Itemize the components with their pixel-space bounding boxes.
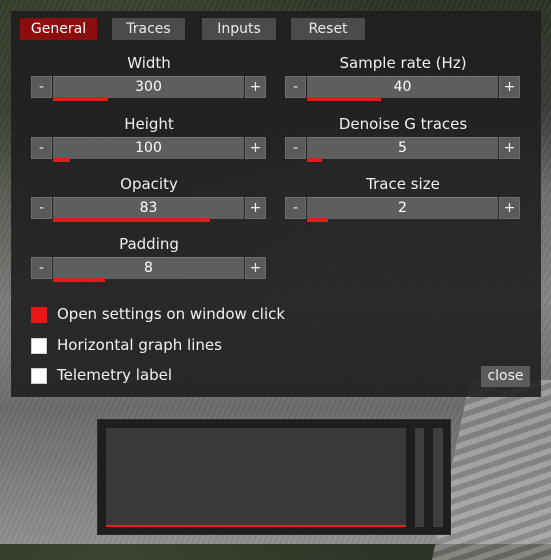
height-decrease-button[interactable]: - (31, 137, 52, 159)
sample-rate-decrease-button[interactable]: - (285, 76, 306, 98)
sample-rate-increase-button[interactable]: + (499, 76, 520, 98)
close-button[interactable]: close (481, 366, 530, 387)
sample-rate-slider[interactable]: 40 (307, 76, 498, 101)
width-level-bar (53, 97, 108, 101)
height-stepper: - 100 + (31, 137, 267, 162)
telemetry-label-text: Telemetry label (57, 366, 173, 384)
settings-panel: General Traces Inputs Reset Width - 300 … (11, 11, 541, 397)
padding-stepper: - 8 + (31, 257, 267, 282)
width-label: Width (127, 54, 171, 72)
width-increase-button[interactable]: + (245, 76, 266, 98)
denoise-label: Denoise G traces (338, 115, 468, 133)
denoise-level-bar (307, 158, 322, 162)
open-settings-label: Open settings on window click (57, 305, 286, 323)
telemetry-label-checkbox[interactable] (31, 368, 47, 384)
trace-size-value: 2 (398, 200, 407, 216)
telemetry-trace-line (106, 525, 406, 527)
denoise-increase-button[interactable]: + (499, 137, 520, 159)
denoise-slider[interactable]: 5 (307, 137, 498, 162)
width-decrease-button[interactable]: - (31, 76, 52, 98)
padding-level-bar (53, 278, 105, 282)
trace-size-level-bar (307, 218, 328, 222)
denoise-stepper: - 5 + (285, 137, 521, 162)
opacity-slider[interactable]: 83 (53, 197, 244, 222)
height-label: Height (124, 115, 174, 133)
telemetry-graph-window[interactable] (97, 419, 451, 535)
width-value: 300 (135, 79, 162, 95)
opacity-label: Opacity (120, 175, 178, 193)
trace-size-stepper: - 2 + (285, 197, 521, 222)
sample-rate-stepper: - 40 + (285, 76, 521, 101)
padding-label: Padding (119, 235, 179, 253)
horizontal-lines-checkbox[interactable] (31, 338, 47, 354)
trace-size-increase-button[interactable]: + (499, 197, 520, 219)
padding-increase-button[interactable]: + (245, 257, 266, 279)
sample-rate-value: 40 (393, 79, 412, 95)
trace-size-slider[interactable]: 2 (307, 197, 498, 222)
telemetry-plot-area (106, 428, 406, 527)
opacity-level-bar (53, 218, 210, 222)
padding-decrease-button[interactable]: - (31, 257, 52, 279)
denoise-value: 5 (398, 140, 407, 156)
height-level-bar (53, 158, 70, 162)
height-value: 100 (135, 140, 162, 156)
telemetry-bar-right (433, 428, 443, 527)
opacity-decrease-button[interactable]: - (31, 197, 52, 219)
sample-rate-label: Sample rate (Hz) (339, 54, 467, 72)
padding-value: 8 (144, 260, 153, 276)
tab-reset[interactable]: Reset (291, 18, 365, 40)
trace-size-label: Trace size (366, 175, 440, 193)
padding-slider[interactable]: 8 (53, 257, 244, 282)
opacity-increase-button[interactable]: + (245, 197, 266, 219)
width-slider[interactable]: 300 (53, 76, 244, 101)
trace-size-decrease-button[interactable]: - (285, 197, 306, 219)
horizontal-lines-label: Horizontal graph lines (57, 336, 222, 354)
tab-inputs[interactable]: Inputs (202, 18, 276, 40)
denoise-decrease-button[interactable]: - (285, 137, 306, 159)
sample-rate-level-bar (307, 97, 381, 101)
telemetry-bar-left (415, 428, 424, 527)
tab-traces[interactable]: Traces (112, 18, 185, 40)
opacity-value: 83 (139, 200, 158, 216)
height-increase-button[interactable]: + (245, 137, 266, 159)
height-slider[interactable]: 100 (53, 137, 244, 162)
tab-general[interactable]: General (20, 18, 97, 40)
opacity-stepper: - 83 + (31, 197, 267, 222)
open-settings-checkbox[interactable] (31, 307, 47, 323)
width-stepper: - 300 + (31, 76, 267, 101)
